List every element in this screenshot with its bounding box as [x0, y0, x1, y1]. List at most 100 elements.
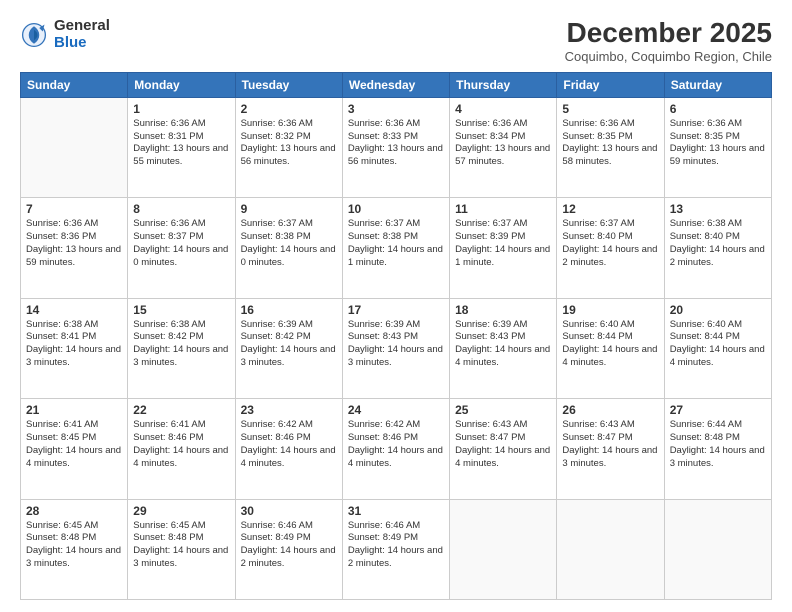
calendar-cell: 14 Sunrise: 6:38 AM Sunset: 8:41 PM Dayli… [21, 298, 128, 398]
calendar-cell: 15Sunrise: 6:38 AM Sunset: 8:42 PM Dayli… [128, 298, 235, 398]
calendar-cell: 17Sunrise: 6:39 AM Sunset: 8:43 PM Dayli… [342, 298, 449, 398]
page: General Blue December 2025 Coquimbo, Coq… [0, 0, 792, 612]
calendar-cell: 11 Sunrise: 6:37 AM Sunset: 8:39 PM Dayli… [450, 198, 557, 298]
day-number: 21 [26, 403, 122, 417]
day-number: 12 [562, 202, 658, 216]
day-number: 26 [562, 403, 658, 417]
cell-info: Sunrise: 6:40 AM Sunset: 8:44 PM Dayligh… [562, 319, 658, 370]
day-number: 6 [670, 102, 766, 116]
cell-info: Sunrise: 6:46 AM Sunset: 8:49 PM Dayligh… [241, 520, 337, 571]
cell-info: Sunrise: 6:37 AM Sunset: 8:40 PM Dayligh… [562, 218, 658, 269]
cell-info: Sunrise: 6:45 AM Sunset: 8:48 PM Dayligh… [26, 520, 122, 571]
cell-info: Sunrise: 6:42 AM Sunset: 8:46 PM Dayligh… [348, 419, 444, 470]
cell-info: Sunrise: 6:46 AM Sunset: 8:49 PM Dayligh… [348, 520, 444, 571]
calendar-week-row: 21Sunrise: 6:41 AM Sunset: 8:45 PM Dayli… [21, 399, 772, 499]
weekday-header: Thursday [450, 72, 557, 97]
logo-text: General Blue [54, 18, 110, 51]
cell-info: Sunrise: 6:40 AM Sunset: 8:44 PM Dayligh… [670, 319, 766, 370]
calendar-cell: 8 Sunrise: 6:36 AM Sunset: 8:37 PM Daylig… [128, 198, 235, 298]
day-number: 3 [348, 102, 444, 116]
calendar-cell: 21Sunrise: 6:41 AM Sunset: 8:45 PM Dayli… [21, 399, 128, 499]
location-subtitle: Coquimbo, Coquimbo Region, Chile [565, 49, 772, 64]
cell-info: Sunrise: 6:43 AM Sunset: 8:47 PM Dayligh… [562, 419, 658, 470]
day-number: 8 [133, 202, 229, 216]
calendar-cell: 22Sunrise: 6:41 AM Sunset: 8:46 PM Dayli… [128, 399, 235, 499]
calendar-cell: 30 Sunrise: 6:46 AM Sunset: 8:49 PM Dayli… [235, 499, 342, 599]
weekday-header: Sunday [21, 72, 128, 97]
calendar-cell: 16 Sunrise: 6:39 AM Sunset: 8:42 PM Dayli… [235, 298, 342, 398]
day-number: 30 [241, 504, 337, 518]
day-number: 14 [26, 303, 122, 317]
weekday-header: Wednesday [342, 72, 449, 97]
calendar-table: SundayMondayTuesdayWednesdayThursdayFrid… [20, 72, 772, 600]
calendar-week-row: 14 Sunrise: 6:38 AM Sunset: 8:41 PM Dayli… [21, 298, 772, 398]
weekday-header: Monday [128, 72, 235, 97]
day-number: 29 [133, 504, 229, 518]
calendar-cell: 24 Sunrise: 6:42 AM Sunset: 8:46 PM Dayli… [342, 399, 449, 499]
day-number: 25 [455, 403, 551, 417]
weekday-header: Tuesday [235, 72, 342, 97]
day-number: 24 [348, 403, 444, 417]
calendar-cell: 31 Sunrise: 6:46 AM Sunset: 8:49 PM Dayli… [342, 499, 449, 599]
day-number: 5 [562, 102, 658, 116]
cell-info: Sunrise: 6:44 AM Sunset: 8:48 PM Dayligh… [670, 419, 766, 470]
calendar-cell: 23 Sunrise: 6:42 AM Sunset: 8:46 PM Dayli… [235, 399, 342, 499]
cell-info: Sunrise: 6:39 AM Sunset: 8:42 PM Dayligh… [241, 319, 337, 370]
calendar-cell [664, 499, 771, 599]
day-number: 11 [455, 202, 551, 216]
day-number: 13 [670, 202, 766, 216]
cell-info: Sunrise: 6:36 AM Sunset: 8:35 PM Dayligh… [562, 118, 658, 169]
calendar-cell: 2 Sunrise: 6:36 AM Sunset: 8:32 PM Daylig… [235, 97, 342, 197]
calendar-cell: 20Sunrise: 6:40 AM Sunset: 8:44 PM Dayli… [664, 298, 771, 398]
title-block: December 2025 Coquimbo, Coquimbo Region,… [565, 18, 772, 64]
calendar-cell [557, 499, 664, 599]
header: General Blue December 2025 Coquimbo, Coq… [20, 18, 772, 64]
calendar-cell: 1Sunrise: 6:36 AM Sunset: 8:31 PM Daylig… [128, 97, 235, 197]
cell-info: Sunrise: 6:36 AM Sunset: 8:32 PM Dayligh… [241, 118, 337, 169]
day-number: 10 [348, 202, 444, 216]
cell-info: Sunrise: 6:36 AM Sunset: 8:33 PM Dayligh… [348, 118, 444, 169]
day-number: 16 [241, 303, 337, 317]
calendar-week-row: 1Sunrise: 6:36 AM Sunset: 8:31 PM Daylig… [21, 97, 772, 197]
calendar-cell: 19Sunrise: 6:40 AM Sunset: 8:44 PM Dayli… [557, 298, 664, 398]
weekday-header: Friday [557, 72, 664, 97]
day-number: 7 [26, 202, 122, 216]
cell-info: Sunrise: 6:45 AM Sunset: 8:48 PM Dayligh… [133, 520, 229, 571]
logo-blue: Blue [54, 35, 110, 52]
day-number: 28 [26, 504, 122, 518]
calendar-cell: 4Sunrise: 6:36 AM Sunset: 8:34 PM Daylig… [450, 97, 557, 197]
cell-info: Sunrise: 6:42 AM Sunset: 8:46 PM Dayligh… [241, 419, 337, 470]
day-number: 2 [241, 102, 337, 116]
calendar-cell: 5 Sunrise: 6:36 AM Sunset: 8:35 PM Daylig… [557, 97, 664, 197]
month-title: December 2025 [565, 18, 772, 49]
cell-info: Sunrise: 6:36 AM Sunset: 8:35 PM Dayligh… [670, 118, 766, 169]
cell-info: Sunrise: 6:36 AM Sunset: 8:37 PM Dayligh… [133, 218, 229, 269]
calendar-cell: 28 Sunrise: 6:45 AM Sunset: 8:48 PM Dayli… [21, 499, 128, 599]
calendar-week-row: 28 Sunrise: 6:45 AM Sunset: 8:48 PM Dayli… [21, 499, 772, 599]
calendar-cell: 10 Sunrise: 6:37 AM Sunset: 8:38 PM Dayli… [342, 198, 449, 298]
cell-info: Sunrise: 6:36 AM Sunset: 8:34 PM Dayligh… [455, 118, 551, 169]
cell-info: Sunrise: 6:37 AM Sunset: 8:38 PM Dayligh… [348, 218, 444, 269]
day-number: 9 [241, 202, 337, 216]
calendar-cell: 6 Sunrise: 6:36 AM Sunset: 8:35 PM Daylig… [664, 97, 771, 197]
calendar-cell [21, 97, 128, 197]
calendar-cell: 7 Sunrise: 6:36 AM Sunset: 8:36 PM Daylig… [21, 198, 128, 298]
day-number: 15 [133, 303, 229, 317]
cell-info: Sunrise: 6:36 AM Sunset: 8:36 PM Dayligh… [26, 218, 122, 269]
calendar-cell: 26 Sunrise: 6:43 AM Sunset: 8:47 PM Dayli… [557, 399, 664, 499]
cell-info: Sunrise: 6:38 AM Sunset: 8:41 PM Dayligh… [26, 319, 122, 370]
logo-icon [20, 21, 48, 49]
cell-info: Sunrise: 6:37 AM Sunset: 8:39 PM Dayligh… [455, 218, 551, 269]
day-number: 23 [241, 403, 337, 417]
calendar-cell [450, 499, 557, 599]
calendar-cell: 18Sunrise: 6:39 AM Sunset: 8:43 PM Dayli… [450, 298, 557, 398]
logo-general: General [54, 18, 110, 35]
day-number: 17 [348, 303, 444, 317]
logo: General Blue [20, 18, 110, 51]
weekday-header: Saturday [664, 72, 771, 97]
day-number: 18 [455, 303, 551, 317]
cell-info: Sunrise: 6:43 AM Sunset: 8:47 PM Dayligh… [455, 419, 551, 470]
calendar-cell: 3 Sunrise: 6:36 AM Sunset: 8:33 PM Daylig… [342, 97, 449, 197]
calendar-week-row: 7 Sunrise: 6:36 AM Sunset: 8:36 PM Daylig… [21, 198, 772, 298]
day-number: 31 [348, 504, 444, 518]
